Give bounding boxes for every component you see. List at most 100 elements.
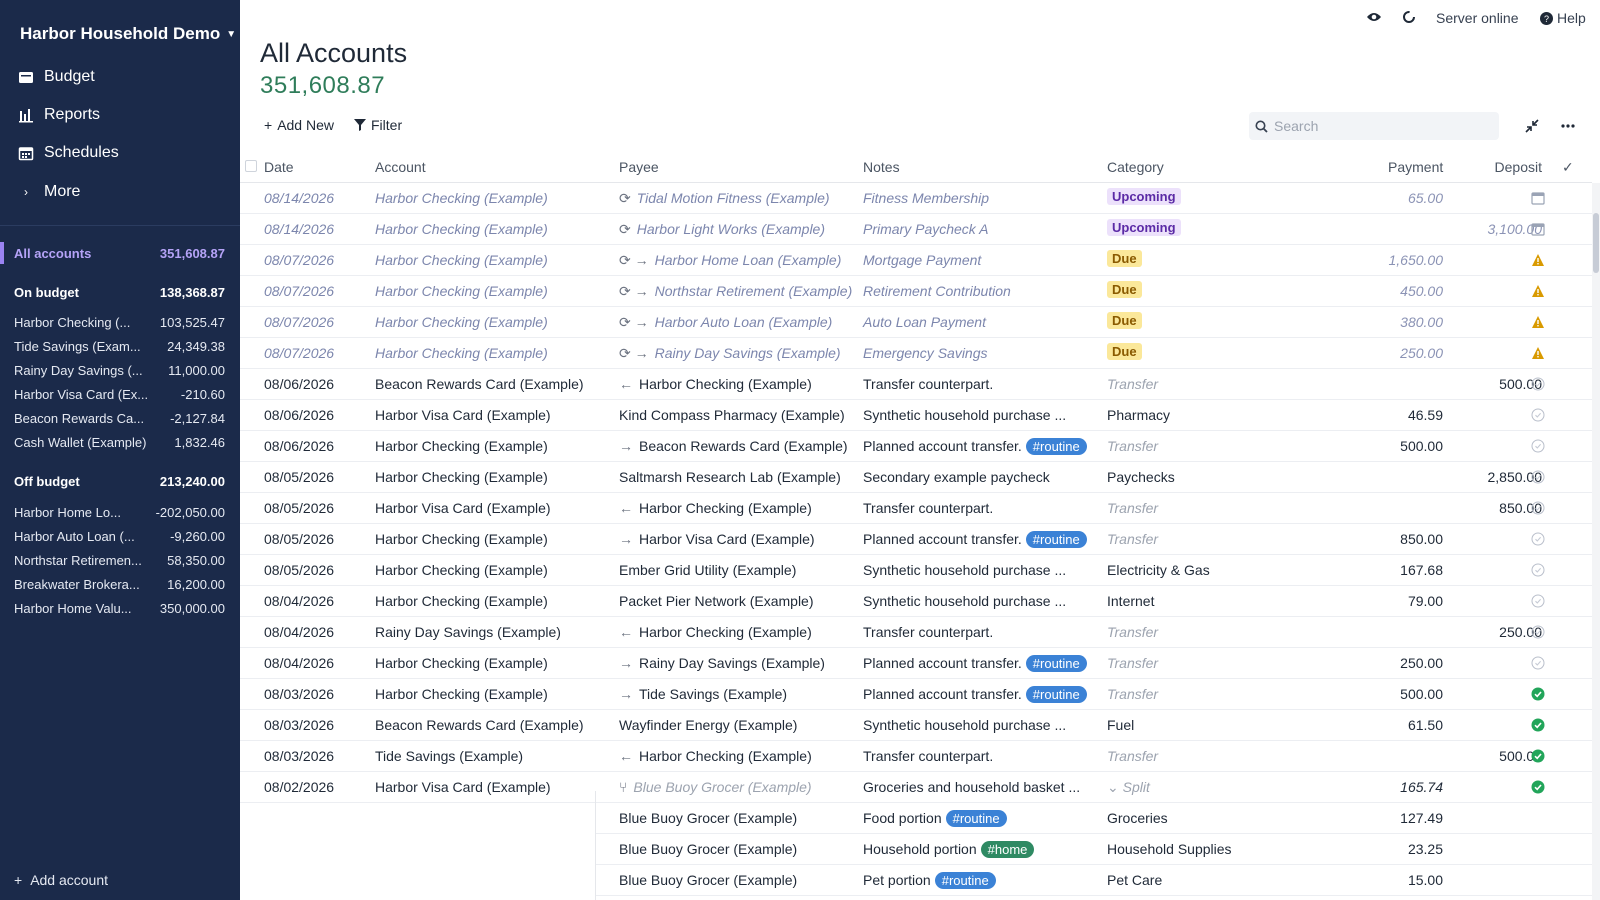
table-row[interactable]: 08/04/2026 Rainy Day Savings (Example) ← Ha… (240, 617, 1592, 648)
cell-date[interactable]: 08/06/2026 (264, 376, 369, 392)
col-cleared[interactable]: ✓ (1562, 159, 1574, 176)
cell-deposit[interactable]: 500.00 (1440, 376, 1542, 392)
cell-category[interactable]: Due (1107, 343, 1307, 360)
cell-notes[interactable]: Household portion #home (863, 841, 1103, 858)
cell-payee[interactable]: Kind Compass Pharmacy (Example) (619, 407, 859, 423)
uncleared-circle-icon[interactable] (1531, 501, 1545, 515)
cell-date[interactable]: 08/04/2026 (264, 624, 369, 640)
cell-payment[interactable]: 1,650.00 (1340, 252, 1444, 268)
cell-payee[interactable]: Wayfinder Energy (Example) (619, 717, 859, 733)
cell-category[interactable]: Internet (1107, 593, 1307, 609)
cell-deposit[interactable]: 250.00 (1440, 624, 1542, 640)
search-input[interactable] (1274, 118, 1494, 134)
cell-date[interactable]: 08/05/2026 (264, 469, 369, 485)
cell-account[interactable]: Harbor Checking (Example) (375, 314, 615, 330)
cell-payment[interactable]: 450.00 (1340, 283, 1443, 299)
cell-notes[interactable]: Planned account transfer. #routine (863, 438, 1103, 455)
cell-category[interactable]: Transfer (1107, 531, 1307, 547)
tag-badge[interactable]: #routine (1025, 438, 1087, 455)
cell-category[interactable]: Due (1107, 312, 1307, 329)
cell-payee[interactable]: ⟳ → Harbor Home Loan (Example) (619, 252, 859, 269)
uncleared-circle-icon[interactable] (1531, 625, 1545, 639)
cell-payee[interactable]: Saltmarsh Research Lab (Example) (619, 469, 859, 485)
cell-date[interactable]: 08/07/2026 (264, 345, 369, 361)
search-box[interactable] (1249, 112, 1499, 140)
cell-date[interactable]: 08/05/2026 (264, 500, 369, 516)
cell-account[interactable]: Harbor Checking (Example) (375, 655, 615, 671)
cell-category[interactable]: Pharmacy (1107, 407, 1307, 423)
off-budget-group[interactable]: Off budget 213,240.00 (14, 474, 225, 489)
cell-payee[interactable]: ⑂ Blue Buoy Grocer (Example) (619, 779, 859, 795)
cell-payee[interactable]: Blue Buoy Grocer (Example) (619, 841, 859, 857)
table-row[interactable]: 08/04/2026 Harbor Checking (Example) → Rain… (240, 648, 1592, 679)
cell-payee[interactable]: Blue Buoy Grocer (Example) (619, 872, 859, 888)
budget-name-menu[interactable]: Harbor Household Demo ▼ (20, 24, 236, 44)
cell-date[interactable]: 08/04/2026 (264, 593, 369, 609)
table-row[interactable]: 08/02/2026 Harbor Visa Card (Example) ⑂ Blu… (240, 772, 1592, 803)
cell-payment[interactable]: 23.25 (1340, 841, 1443, 857)
cell-payee[interactable]: ← Harbor Checking (Example) (619, 376, 859, 392)
cleared-check-icon[interactable] (1531, 718, 1545, 732)
cell-date[interactable]: 08/07/2026 (264, 314, 369, 330)
select-all-checkbox[interactable] (245, 160, 257, 172)
cell-date[interactable]: 08/05/2026 (264, 562, 369, 578)
cell-payment[interactable]: 500.00 (1340, 686, 1443, 702)
tag-badge[interactable]: #routine (934, 872, 996, 889)
table-row[interactable]: 08/14/2026 Harbor Checking (Example) ⟳ Harb… (240, 214, 1592, 245)
cell-payee[interactable]: ⟳ → Northstar Retirement (Example) (619, 283, 859, 300)
split-row[interactable]: Blue Buoy Grocer (Example) Food portion #r… (595, 803, 1592, 834)
cell-date[interactable]: 08/14/2026 (264, 221, 369, 237)
cell-date[interactable]: 08/02/2026 (264, 779, 369, 795)
cell-notes[interactable]: Mortgage Payment (863, 252, 1103, 268)
col-date[interactable]: Date (264, 159, 294, 175)
cell-account[interactable]: Harbor Checking (Example) (375, 190, 615, 206)
collapse-icon[interactable] (1522, 116, 1542, 136)
cell-date[interactable]: 08/07/2026 (264, 252, 369, 268)
cell-payee[interactable]: Ember Grid Utility (Example) (619, 562, 859, 578)
cell-date[interactable]: 08/04/2026 (264, 655, 369, 671)
cell-notes[interactable]: Transfer counterpart. (863, 624, 1103, 640)
nav-budget[interactable]: Budget (18, 63, 95, 91)
more-options-icon[interactable] (1558, 116, 1578, 136)
cell-date[interactable]: 08/06/2026 (264, 438, 369, 454)
cell-notes[interactable]: Synthetic household purchase ... (863, 407, 1103, 423)
cell-notes[interactable]: Synthetic household purchase ... (863, 562, 1103, 578)
cell-payment[interactable]: 127.49 (1340, 810, 1443, 826)
cell-date[interactable]: 08/03/2026 (264, 748, 369, 764)
cell-notes[interactable]: Planned account transfer. #routine (863, 686, 1103, 703)
cell-category[interactable]: Upcoming (1107, 188, 1307, 205)
split-row[interactable]: Blue Buoy Grocer (Example) Household port… (595, 834, 1592, 865)
cell-payee[interactable]: → Beacon Rewards Card (Example) (619, 438, 859, 454)
cell-deposit[interactable]: 500.00 (1440, 748, 1542, 764)
cell-category[interactable]: ⌄ Split (1107, 779, 1307, 796)
cell-payment[interactable]: 500.00 (1340, 438, 1443, 454)
cell-notes[interactable]: Transfer counterpart. (863, 376, 1103, 392)
account-link[interactable]: Harbor Home Lo... -202,050.00 (14, 505, 225, 520)
on-budget-group[interactable]: On budget 138,368.87 (14, 285, 225, 300)
col-category[interactable]: Category (1107, 159, 1164, 175)
cell-notes[interactable]: Transfer counterpart. (863, 748, 1103, 764)
split-row[interactable]: Blue Buoy Grocer (Example) Pet portion #ro… (595, 865, 1592, 896)
cell-category[interactable]: Due (1107, 281, 1307, 298)
scrollbar[interactable] (1592, 183, 1600, 900)
filter-button[interactable]: Filter (354, 117, 402, 133)
eye-icon[interactable] (1366, 10, 1382, 27)
uncleared-circle-icon[interactable] (1531, 470, 1545, 484)
scrollbar-thumb[interactable] (1593, 213, 1599, 273)
cell-account[interactable]: Rainy Day Savings (Example) (375, 624, 615, 640)
cell-account[interactable]: Harbor Checking (Example) (375, 593, 615, 609)
cell-notes[interactable]: Planned account transfer. #routine (863, 531, 1103, 548)
account-link[interactable]: Harbor Checking (... 103,525.47 (14, 315, 225, 330)
cell-account[interactable]: Beacon Rewards Card (Example) (375, 376, 615, 392)
cleared-check-icon[interactable] (1531, 749, 1545, 763)
cell-category[interactable]: Fuel (1107, 717, 1307, 733)
cell-payee[interactable]: ⟳ Tidal Motion Fitness (Example) (619, 190, 859, 207)
cell-notes[interactable]: Groceries and household basket ... (863, 779, 1103, 795)
cell-category[interactable]: Electricity & Gas (1107, 562, 1307, 578)
add-new-button[interactable]: + Add New (264, 117, 334, 133)
cell-date[interactable]: 08/03/2026 (264, 686, 369, 702)
cell-payee[interactable]: Blue Buoy Grocer (Example) (619, 810, 859, 826)
all-accounts-link[interactable]: All accounts 351,608.87 (14, 246, 225, 261)
table-row[interactable]: 08/05/2026 Harbor Checking (Example) Ember… (240, 555, 1592, 586)
col-deposit[interactable]: Deposit (1490, 159, 1542, 175)
